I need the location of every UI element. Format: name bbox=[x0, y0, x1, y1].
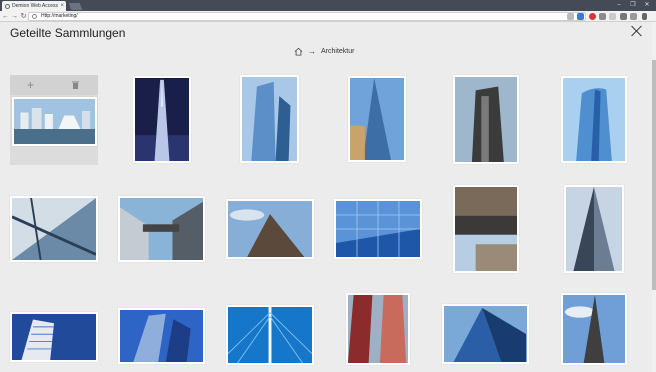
reload-icon[interactable]: ↻ bbox=[19, 11, 28, 22]
photo-glass-facade-diagonal[interactable] bbox=[10, 196, 98, 262]
photo-blue-glass-grid[interactable] bbox=[334, 199, 422, 259]
photo-triangle-tower-up[interactable] bbox=[564, 185, 624, 273]
tab-favicon-icon bbox=[5, 4, 10, 9]
address-bar[interactable]: Http://marketing/ bbox=[28, 12, 586, 21]
browser-toolbar: ← → ↻ Http://marketing/ bbox=[0, 11, 656, 22]
photo-dark-office-tower[interactable] bbox=[453, 75, 519, 164]
bookmark-star-icon[interactable] bbox=[577, 13, 584, 20]
scrollbar-thumb[interactable] bbox=[652, 60, 656, 290]
adblock-icon[interactable] bbox=[589, 13, 596, 20]
staging-tile: + bbox=[10, 75, 98, 165]
photo-spire-tower-clouds[interactable] bbox=[561, 293, 627, 365]
photo-curved-glass-tower[interactable] bbox=[561, 76, 627, 163]
shared-collections-view: Geteilte Sammlungen → Architektur + bbox=[0, 22, 652, 372]
tab-title: Demion Web Access bbox=[12, 3, 59, 9]
photo-blue-glass-tower[interactable] bbox=[240, 75, 299, 163]
staged-photo[interactable] bbox=[12, 97, 97, 146]
extension-icon[interactable] bbox=[599, 13, 606, 20]
photo-dark-tower-sky[interactable] bbox=[226, 199, 314, 259]
photo-red-stripe-towers[interactable] bbox=[346, 293, 410, 365]
trash-icon[interactable] bbox=[72, 81, 79, 89]
key-icon[interactable] bbox=[567, 13, 574, 20]
photo-cable-bridge[interactable] bbox=[226, 305, 314, 365]
photo-shard-tower[interactable] bbox=[348, 76, 406, 162]
photo-glass-wedge-tower[interactable] bbox=[442, 304, 529, 364]
info-icon[interactable] bbox=[32, 14, 37, 19]
page-title: Geteilte Sammlungen bbox=[10, 26, 126, 40]
close-icon[interactable] bbox=[630, 24, 644, 38]
photo-burj-tower-night[interactable] bbox=[133, 76, 191, 163]
plus-icon[interactable]: + bbox=[27, 78, 34, 92]
breadcrumb: → Architektur bbox=[294, 45, 354, 57]
new-tab-button[interactable] bbox=[68, 3, 83, 10]
extension-icon[interactable] bbox=[630, 13, 637, 20]
breadcrumb-separator: → bbox=[308, 46, 316, 56]
back-icon[interactable]: ← bbox=[1, 11, 10, 22]
browser-titlebar: Demion Web Access × – ❐ ✕ bbox=[0, 0, 656, 11]
tab-close-icon[interactable]: × bbox=[60, 1, 64, 11]
minimize-icon[interactable]: – bbox=[612, 0, 626, 11]
photo-overpass-building[interactable] bbox=[453, 185, 519, 273]
breadcrumb-current[interactable]: Architektur bbox=[321, 48, 354, 55]
staging-toolbar: + bbox=[10, 75, 98, 95]
extension-icon[interactable] bbox=[620, 13, 627, 20]
forward-icon[interactable]: → bbox=[10, 11, 19, 22]
extension-icon[interactable] bbox=[609, 13, 616, 20]
menu-icon[interactable] bbox=[642, 13, 647, 20]
photo-curved-tower-blue[interactable] bbox=[118, 308, 205, 364]
window-close-icon[interactable]: ✕ bbox=[640, 0, 654, 11]
browser-tab[interactable]: Demion Web Access × bbox=[2, 1, 66, 11]
url-host: Http://marketing/ bbox=[41, 13, 78, 19]
restore-icon[interactable]: ❐ bbox=[626, 0, 640, 11]
home-icon[interactable] bbox=[294, 47, 303, 56]
photo-white-tower-blue[interactable] bbox=[10, 312, 98, 362]
photo-skybridge-buildings[interactable] bbox=[118, 196, 205, 262]
